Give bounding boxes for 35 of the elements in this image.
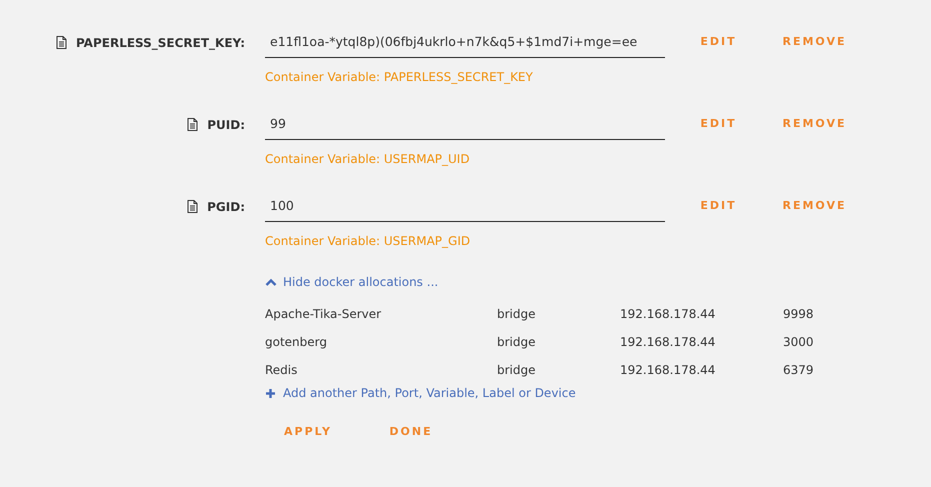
network-type: bridge <box>497 362 537 379</box>
container-variable-hint: Container Variable: USERMAP_GID <box>265 233 472 250</box>
value-field[interactable]: 99 <box>265 109 665 140</box>
container-name: gotenberg <box>265 334 328 351</box>
document-icon <box>187 118 198 131</box>
port-number: 3000 <box>783 334 814 351</box>
document-icon <box>187 200 198 213</box>
remove-button[interactable]: REMOVE <box>772 109 857 140</box>
container-name: Apache-Tika-Server <box>265 306 382 323</box>
edit-button[interactable]: EDIT <box>676 27 761 58</box>
edit-button[interactable]: EDIT <box>676 191 761 222</box>
done-button[interactable]: DONE <box>368 417 454 448</box>
value-field[interactable]: 100 <box>265 191 665 222</box>
value-field[interactable]: e11fl1oa-*ytql8p)(06fbj4ukrlo+n7k&q5+$1md7i+mge=ee <box>265 27 665 58</box>
container-variable-hint: Container Variable: PAPERLESS_SECRET_KEY <box>265 69 534 86</box>
network-type: bridge <box>497 306 537 323</box>
variable-label: PGID: <box>207 198 245 216</box>
container-variable-hint: Container Variable: USERMAP_UID <box>265 151 471 168</box>
plus-icon <box>265 388 276 398</box>
hide-allocations-link[interactable]: Hide docker allocations ... <box>265 272 931 292</box>
container-name: Redis <box>265 362 298 379</box>
edit-button[interactable]: EDIT <box>676 109 761 140</box>
variable-label: PAPERLESS_SECRET_KEY: <box>76 34 245 52</box>
variable-label: PUID: <box>207 116 245 134</box>
network-type: bridge <box>497 334 537 351</box>
ip-address: 192.168.178.44 <box>620 334 716 351</box>
document-icon <box>56 36 67 49</box>
port-number: 9998 <box>783 306 814 323</box>
remove-button[interactable]: REMOVE <box>772 191 857 222</box>
apply-button[interactable]: APPLY <box>265 417 351 448</box>
ip-address: 192.168.178.44 <box>620 306 716 323</box>
remove-button[interactable]: REMOVE <box>772 27 857 58</box>
add-item-link[interactable]: Add another Path, Port, Variable, Label or Device <box>265 383 931 403</box>
port-number: 6379 <box>783 362 814 379</box>
ip-address: 192.168.178.44 <box>620 362 716 379</box>
